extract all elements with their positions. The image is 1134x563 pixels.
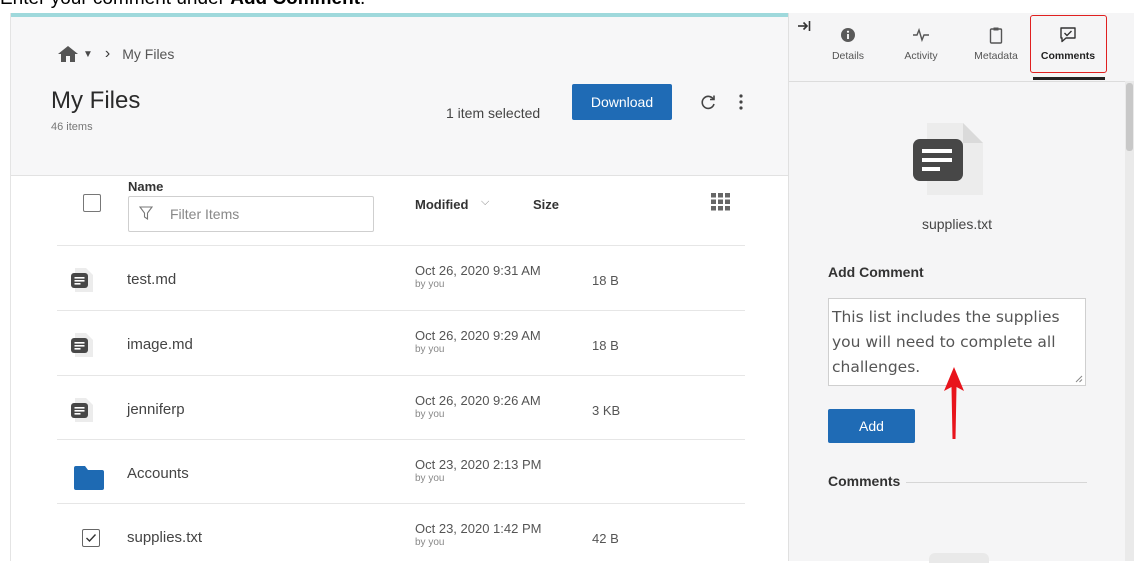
file-name[interactable]: test.md	[127, 271, 176, 288]
filter-input[interactable]: Filter Items	[128, 196, 374, 232]
file-name[interactable]: supplies.txt	[127, 529, 202, 546]
tab-label: Metadata	[974, 50, 1018, 62]
file-size: 18 B	[592, 273, 619, 288]
partial-preview	[929, 553, 989, 563]
highlight-box	[1030, 15, 1107, 73]
info-icon	[841, 28, 855, 42]
page-title: My Files	[51, 87, 141, 114]
modified-by: by you	[415, 537, 445, 548]
file-icon	[71, 268, 93, 292]
file-preview-icon	[913, 123, 983, 195]
arrow-annotation-icon	[944, 367, 964, 439]
add-comment-button[interactable]: Add	[828, 409, 915, 443]
add-comment-heading: Add Comment	[828, 264, 924, 280]
modified-column-header[interactable]: Modified	[415, 197, 468, 212]
tab-activity[interactable]: Activity	[896, 13, 946, 81]
file-icon	[71, 333, 93, 357]
scrollbar-thumb[interactable]	[1126, 83, 1133, 151]
scrollbar-track[interactable]	[1125, 81, 1134, 561]
breadcrumb-current: My Files	[122, 46, 175, 62]
comments-heading: Comments	[828, 473, 907, 489]
modified-by: by you	[415, 409, 445, 420]
table-row[interactable]: Accounts Oct 23, 2020 2:13 PM by you	[57, 439, 745, 503]
folder-icon	[74, 466, 104, 490]
grid-view-icon[interactable]	[711, 193, 730, 211]
sort-chevron-icon[interactable]: ⌵	[481, 196, 489, 209]
tab-metadata[interactable]: Metadata	[968, 13, 1024, 81]
folder-name[interactable]: Accounts	[127, 465, 189, 482]
breadcrumb: ▼ › My Files	[57, 45, 174, 63]
download-button[interactable]: Download	[572, 84, 672, 120]
table-row[interactable]: test.md Oct 26, 2020 9:31 AM by you 18 B	[57, 245, 745, 309]
home-icon[interactable]	[57, 45, 79, 63]
table-row[interactable]: image.md Oct 26, 2020 9:29 AM by you 18 …	[57, 310, 745, 374]
modified-date: Oct 23, 2020 1:42 PM	[415, 521, 542, 536]
selection-status: 1 item selected	[446, 105, 541, 121]
resize-handle-icon[interactable]	[1075, 375, 1083, 383]
file-browser-panel: ▼ › My Files My Files 46 items 1 item se…	[10, 13, 789, 561]
filter-placeholder: Filter Items	[170, 206, 240, 222]
modified-date: Oct 26, 2020 9:29 AM	[415, 328, 541, 343]
modified-date: Oct 23, 2020 2:13 PM	[415, 457, 542, 472]
select-all-checkbox[interactable]	[83, 194, 101, 212]
collapse-panel-icon[interactable]	[797, 19, 811, 33]
refresh-icon[interactable]	[699, 93, 717, 111]
more-options-icon[interactable]	[738, 93, 744, 111]
active-tab-indicator	[1033, 77, 1105, 80]
size-column-header[interactable]: Size	[533, 197, 559, 212]
filter-icon	[139, 206, 153, 220]
item-count: 46 items	[51, 121, 93, 133]
tab-label: Activity	[904, 50, 938, 62]
tab-details[interactable]: Details	[827, 13, 869, 81]
file-name[interactable]: jenniferp	[127, 401, 185, 418]
file-size: 3 KB	[592, 403, 621, 418]
chevron-down-icon[interactable]: ▼	[83, 49, 93, 60]
modified-date: Oct 26, 2020 9:26 AM	[415, 393, 541, 408]
chevron-right-icon: ›	[104, 45, 111, 62]
details-side-panel: Details Activity Metadata Comments suppl…	[789, 13, 1134, 563]
name-column-header[interactable]: Name	[128, 179, 163, 194]
file-size: 18 B	[592, 338, 619, 353]
tab-label: Details	[831, 50, 865, 62]
file-icon	[71, 398, 93, 422]
table-row[interactable]: jenniferp Oct 26, 2020 9:26 AM by you 3 …	[57, 375, 745, 439]
modified-by: by you	[415, 279, 445, 290]
modified-by: by you	[415, 473, 445, 484]
clipboard-icon	[989, 27, 1003, 44]
row-checkbox-checked[interactable]	[82, 529, 100, 547]
file-name[interactable]: image.md	[127, 336, 193, 353]
table-row-selected[interactable]: supplies.txt Oct 23, 2020 1:42 PM by you…	[57, 503, 745, 561]
selected-file-name: supplies.txt	[921, 216, 993, 232]
modified-date: Oct 26, 2020 9:31 AM	[415, 263, 541, 278]
modified-by: by you	[415, 344, 445, 355]
file-size: 42 B	[592, 531, 619, 546]
activity-icon	[913, 27, 929, 43]
instruction-caption: Enter your comment under Add Comment.	[0, 0, 365, 12]
side-panel-tabs: Details Activity Metadata Comments	[789, 13, 1134, 82]
